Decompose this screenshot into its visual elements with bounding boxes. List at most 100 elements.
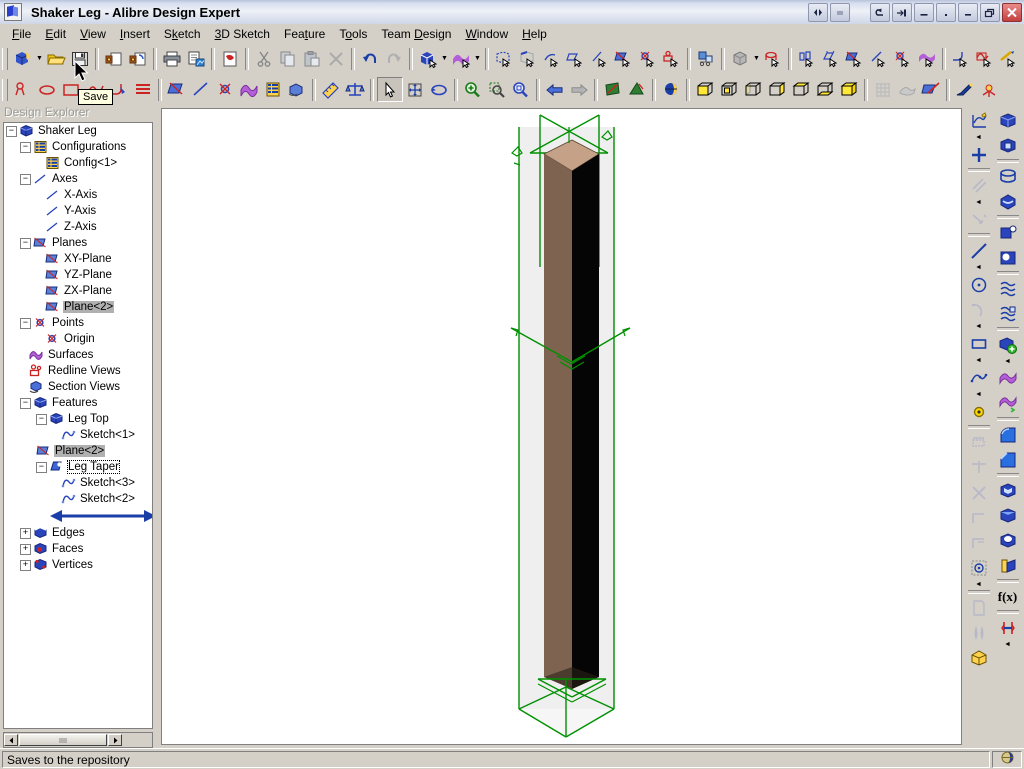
- rotate-tool-button[interactable]: [427, 78, 451, 101]
- tree-item-features[interactable]: − Features: [4, 395, 152, 411]
- tree-item-plane-2-a[interactable]: Plane<2>: [4, 299, 152, 315]
- cut-button[interactable]: [252, 47, 276, 70]
- scroll-thumb[interactable]: [19, 734, 107, 746]
- feature-expand-2[interactable]: ◄: [996, 640, 1020, 649]
- tree-item-faces[interactable]: + Faces: [4, 541, 152, 557]
- undo-window-button[interactable]: [870, 3, 890, 22]
- ref-plane-button[interactable]: [165, 78, 189, 101]
- ref-point-button[interactable]: [213, 78, 237, 101]
- tree-item-sketch-3[interactable]: Sketch<3>: [4, 475, 152, 491]
- tree-item-shaker-leg[interactable]: − Shaker Leg: [4, 123, 152, 139]
- tree-item-zx-plane[interactable]: ZX-Plane: [4, 283, 152, 299]
- tree-toggle-minus-icon[interactable]: −: [20, 238, 31, 249]
- pick-point-button[interactable]: [636, 47, 660, 70]
- pan-tool-button[interactable]: [403, 78, 427, 101]
- toolbar-grip[interactable]: [2, 79, 8, 101]
- menu-view[interactable]: View: [73, 25, 113, 43]
- select-surface-button[interactable]: [449, 47, 473, 70]
- minimize-button[interactable]: [958, 3, 978, 22]
- activate-2d-sketch-button[interactable]: [966, 108, 991, 133]
- zoom-in-button[interactable]: [461, 78, 485, 101]
- 3d-model-viewport[interactable]: [161, 108, 962, 745]
- sketch-rectangle-button[interactable]: [966, 331, 991, 356]
- sketch-offset-button[interactable]: [966, 430, 991, 455]
- tree-item-plane-2-b[interactable]: Plane<2>: [4, 443, 152, 459]
- tree-item-leg-taper[interactable]: − Leg Taper: [4, 459, 152, 475]
- scroll-right-button[interactable]: [108, 734, 122, 746]
- sketch-ellipse-button[interactable]: [35, 78, 59, 101]
- minimize-mdi-button[interactable]: [914, 3, 934, 22]
- print-button[interactable]: [160, 47, 184, 70]
- measure-button[interactable]: [319, 78, 343, 101]
- revolve-boss-button[interactable]: [761, 47, 785, 70]
- sketch-spline-button[interactable]: [966, 365, 991, 390]
- scroll-left-button[interactable]: [4, 734, 18, 746]
- project-to-sketch-button[interactable]: [966, 207, 991, 232]
- sketch-plane-button[interactable]: [625, 78, 649, 101]
- pick-face-button[interactable]: [492, 47, 516, 70]
- pick-edge-button[interactable]: [516, 47, 540, 70]
- revolve-cut-button[interactable]: [995, 189, 1020, 214]
- menu-sketch[interactable]: Sketch: [157, 25, 208, 43]
- copy-button[interactable]: [276, 47, 300, 70]
- tree-item-xy-plane[interactable]: XY-Plane: [4, 251, 152, 267]
- paste-button[interactable]: [300, 47, 324, 70]
- tree-item-configurations[interactable]: − Configurations: [4, 139, 152, 155]
- sketch-mirror-button[interactable]: [966, 620, 991, 645]
- pick-plane-button[interactable]: [564, 47, 588, 70]
- select-tool-button[interactable]: [377, 77, 403, 102]
- normal-to-plane-button[interactable]: [601, 78, 625, 101]
- sweep-boss-button[interactable]: [995, 220, 1020, 245]
- previous-view-button[interactable]: [543, 78, 567, 101]
- tree-toggle-minus-icon[interactable]: −: [6, 126, 17, 137]
- sketch-tools-expand-1[interactable]: ◄: [967, 133, 991, 142]
- tree-item-sketch-2[interactable]: Sketch<2>: [4, 491, 152, 507]
- lighting-button[interactable]: [977, 78, 1001, 101]
- menu-insert[interactable]: Insert: [113, 25, 157, 43]
- sketch-point-button[interactable]: [966, 142, 991, 167]
- tree-item-edges[interactable]: + Edges: [4, 525, 152, 541]
- sketch-extend-button[interactable]: [966, 480, 991, 505]
- sketch-hatch-button[interactable]: [131, 78, 155, 101]
- redo-button[interactable]: [382, 47, 406, 70]
- pick-redline-button[interactable]: [660, 47, 684, 70]
- sketch-tools-expand-6[interactable]: ◄: [967, 390, 991, 399]
- new-part-dropdown[interactable]: ▼: [35, 47, 44, 70]
- sketch-figure-button[interactable]: [966, 645, 991, 670]
- rib-button[interactable]: [995, 553, 1020, 578]
- sketch-copy-button[interactable]: [966, 595, 991, 620]
- loft-button[interactable]: [819, 47, 843, 70]
- tree-item-yz-plane[interactable]: YZ-Plane: [4, 267, 152, 283]
- sketch-tools-expand-2[interactable]: ◄: [967, 198, 991, 207]
- zoom-fit-button[interactable]: [509, 78, 533, 101]
- tree-item-z-axis[interactable]: Z-Axis: [4, 219, 152, 235]
- tree-horizontal-scrollbar[interactable]: [3, 732, 153, 748]
- point-feature-button[interactable]: [891, 47, 915, 70]
- alibre-app-icon[interactable]: [4, 3, 22, 21]
- tree-item-leg-top[interactable]: − Leg Top: [4, 411, 152, 427]
- toolbar-grip[interactable]: [2, 48, 8, 70]
- design-explorer-tree[interactable]: − Shaker Leg − Configurations Config<: [3, 122, 153, 729]
- tree-toggle-minus-icon[interactable]: −: [36, 462, 47, 473]
- physical-properties-button[interactable]: [343, 78, 367, 101]
- view-bottom-button[interactable]: [813, 78, 837, 101]
- reference-geometry-button[interactable]: [966, 173, 991, 198]
- add-feature-button[interactable]: [995, 332, 1020, 357]
- surface-feature-button[interactable]: [915, 47, 939, 70]
- new-part-button[interactable]: [11, 47, 35, 70]
- grid-toggle-button[interactable]: [871, 78, 895, 101]
- surface-thicken-button[interactable]: [995, 391, 1020, 416]
- view-front-button[interactable]: [693, 78, 717, 101]
- tree-toggle-minus-icon[interactable]: −: [20, 174, 31, 185]
- extrude-cut-button[interactable]: [995, 133, 1020, 158]
- tree-item-section-views[interactable]: Section Views: [4, 379, 152, 395]
- loft-boss-button[interactable]: [995, 276, 1020, 301]
- status-indicator-pane[interactable]: [992, 751, 1022, 768]
- section-view-button[interactable]: [285, 78, 309, 101]
- menu-team-design[interactable]: Team Design: [374, 25, 458, 43]
- menu-tools[interactable]: Tools: [332, 25, 374, 43]
- extrude-boss-button[interactable]: [728, 47, 752, 70]
- tree-item-axes[interactable]: − Axes: [4, 171, 152, 187]
- window-layout-button[interactable]: [830, 3, 850, 22]
- view-right-button[interactable]: [765, 78, 789, 101]
